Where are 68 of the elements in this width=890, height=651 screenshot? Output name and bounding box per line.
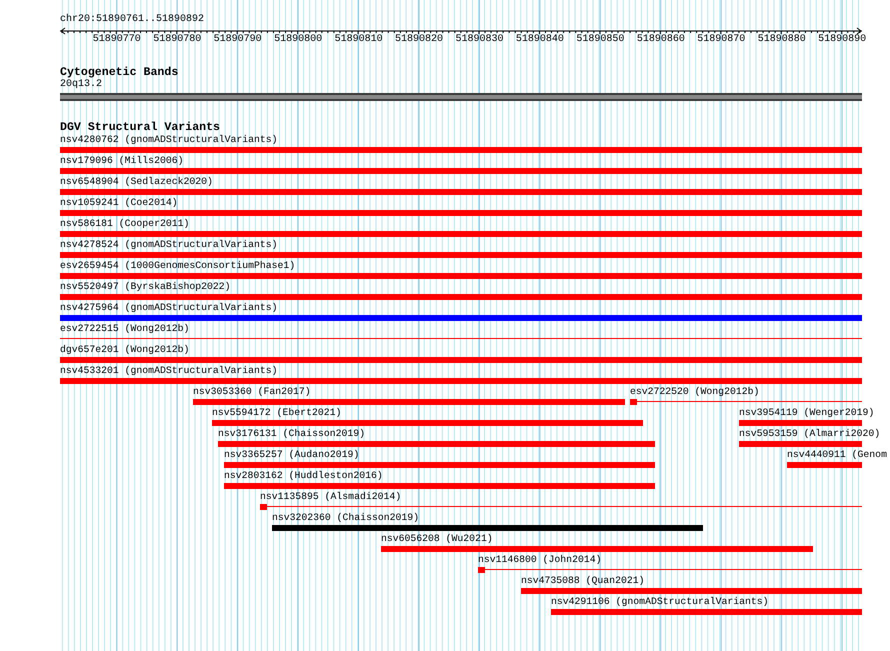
ruler-tick-label: 51890780: [153, 34, 202, 46]
ruler-tick-label: 51890850: [576, 34, 624, 46]
band-label: 20q13.2: [60, 79, 102, 90]
variant-label: nsv4440911 (Genom: [787, 449, 887, 461]
ruler-tick-label: 51890880: [758, 34, 806, 46]
position-label: chr20:51890761..51890892: [60, 14, 204, 26]
ruler-tick-label: 51890860: [636, 34, 685, 46]
variant-label: esv2722515 (Wong2012b): [60, 323, 190, 335]
variant-bar[interactable]: [224, 483, 655, 489]
variant-bar[interactable]: [60, 189, 862, 195]
variant-label: nsv3176131 (Chaisson2019): [218, 428, 365, 440]
variant-label: nsv5594172 (Ebert2021): [212, 407, 342, 419]
variant-label: nsv2803162 (Huddleston2016): [224, 470, 383, 482]
variant-label: esv2659454 (1000GenomesConsortiumPhase1): [60, 260, 296, 272]
ruler-tick-label: 51890890: [818, 34, 866, 46]
variant-label: nsv6056208 (Wu2021): [381, 533, 493, 545]
variant-label: nsv5520497 (ByrskaBishop2022): [60, 281, 230, 293]
variant-label: nsv4278524 (gnomADStructuralVariants): [60, 239, 278, 251]
variant-bar[interactable]: [381, 546, 813, 552]
variant-label: nsv1135895 (Alsmadi2014): [260, 491, 402, 503]
ruler-tick-label: 51890800: [274, 34, 322, 46]
variant-label: nsv3053360 (Fan2017): [193, 386, 311, 398]
variant-bar[interactable]: [218, 441, 655, 447]
variant-bar[interactable]: [551, 609, 862, 615]
variant-bar[interactable]: [193, 399, 625, 405]
variant-bar[interactable]: [60, 357, 862, 363]
variant-label: nsv179096 (Mills2006): [60, 155, 184, 167]
variant-bar[interactable]: [787, 462, 862, 468]
variant-bar[interactable]: [60, 168, 862, 174]
ruler-tick-label: 51890770: [92, 34, 141, 46]
variant-bar[interactable]: [60, 315, 862, 321]
ruler-tick-label: 51890820: [395, 34, 444, 46]
ruler-tick-label: 51890870: [697, 34, 746, 46]
variant-label: nsv5953159 (Almarri2020): [739, 428, 880, 440]
variant-bar[interactable]: [60, 210, 862, 216]
variant-label: nsv3954119 (Wenger2019): [739, 407, 874, 419]
variant-bar[interactable]: [60, 294, 862, 300]
variant-label: dgv657e201 (Wong2012b): [60, 344, 190, 356]
ruler-tick-label: 51890810: [334, 34, 383, 46]
track-title: DGV Structural Variants: [60, 121, 220, 134]
variant-label: nsv4291106 (gnomADStructuralVariants): [551, 596, 769, 608]
variant-label: nsv6548904 (Sedlazeck2020): [60, 176, 213, 188]
variant-bar[interactable]: [272, 525, 703, 531]
variant-label: nsv4275964 (gnomADStructuralVariants): [60, 302, 278, 314]
variant-bar[interactable]: [224, 462, 655, 468]
variant-label: nsv4735088 (Quan2021): [521, 575, 644, 587]
variant-label: nsv4280762 (gnomADStructuralVariants): [60, 134, 278, 146]
variant-bar[interactable]: [60, 231, 862, 237]
variant-bar[interactable]: [60, 252, 862, 258]
cytoband-bar[interactable]: [60, 93, 862, 101]
variant-label: nsv586181 (Cooper2011): [60, 218, 190, 230]
ruler-tick-label: 51890790: [214, 34, 262, 46]
track-title: Cytogenetic Bands: [60, 66, 178, 79]
variant-label: nsv3365257 (Audano2019): [224, 449, 360, 461]
variant-bar[interactable]: [60, 147, 862, 153]
variant-label: nsv4533201 (gnomADStructuralVariants): [60, 365, 278, 377]
variant-label: nsv3202360 (Chaisson2019): [272, 512, 419, 524]
variant-bar[interactable]: [212, 420, 643, 426]
variant-bar[interactable]: [60, 273, 862, 279]
variant-label: nsv1146800 (John2014): [478, 554, 602, 566]
variant-label: esv2722520 (Wong2012b): [630, 386, 760, 398]
variant-bar[interactable]: [60, 378, 862, 384]
variant-bar[interactable]: [521, 588, 862, 594]
variant-label: nsv1059241 (Coe2014): [60, 197, 178, 209]
variant-bar[interactable]: [739, 441, 862, 447]
variant-bar[interactable]: [739, 420, 862, 426]
ruler-tick-label: 51890830: [456, 34, 504, 46]
ruler-tick-label: 51890840: [516, 34, 564, 46]
